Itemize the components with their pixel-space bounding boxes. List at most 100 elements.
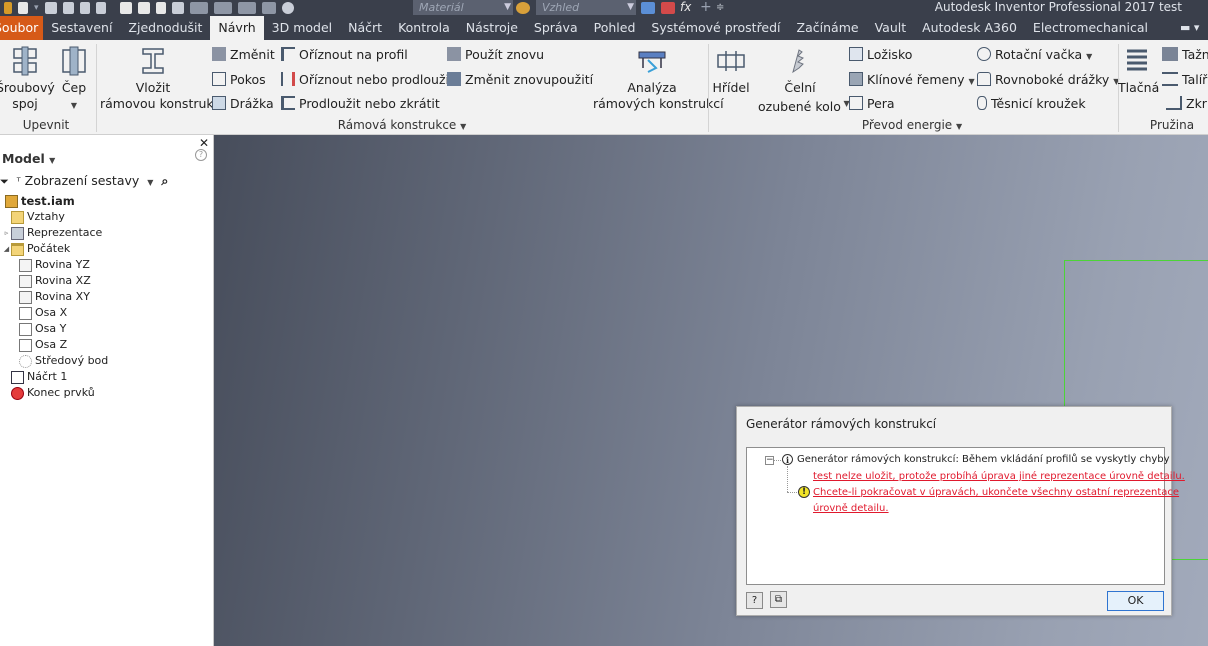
spur-gear-button[interactable]: Čelní ozubené kolo ▼	[758, 46, 850, 115]
pin-button[interactable]: Čep ▼	[56, 46, 92, 114]
adjust-appearance-icon[interactable]	[661, 2, 675, 14]
tab-a360[interactable]: Autodesk A360	[914, 16, 1025, 40]
browser-header[interactable]: Model ▼	[2, 151, 55, 166]
help-icon[interactable]: ?	[195, 149, 207, 161]
tree-node[interactable]: Vztahy	[0, 209, 210, 225]
tab-design[interactable]: Návrh	[210, 16, 264, 40]
tree-node[interactable]: Náčrt 1	[0, 369, 210, 385]
new-file-icon[interactable]	[18, 2, 28, 14]
group-label-spring[interactable]: Pružina	[1122, 118, 1208, 132]
save-icon[interactable]	[62, 2, 74, 14]
parameters-icon[interactable]: fx	[680, 0, 691, 15]
filter-icon[interactable]: ⏷	[0, 175, 9, 188]
redo-icon[interactable]	[95, 2, 106, 14]
warning-message-line-1[interactable]: Chcete-li pokračovat v úpravách, ukončet…	[813, 487, 1179, 498]
tab-vault[interactable]: Vault	[867, 16, 915, 40]
tab-tools[interactable]: Nástroje	[458, 16, 526, 40]
material-combo[interactable]: Materiál ▼	[413, 0, 513, 15]
customize-icon[interactable]: ≑	[716, 0, 724, 15]
close-icon[interactable]: ✕	[199, 136, 209, 150]
tab-manage[interactable]: Správa	[526, 16, 586, 40]
tab-get-started[interactable]: Začínáme	[789, 16, 867, 40]
frame-analysis-button[interactable]: Analýza rámových konstrukcí	[593, 46, 724, 112]
ok-button[interactable]: OK	[1107, 591, 1164, 611]
o-ring-button[interactable]: Těsnicí kroužek	[977, 96, 1086, 111]
app-menu-icon[interactable]	[4, 2, 12, 14]
tree-node[interactable]: ▹ Reprezentace	[0, 225, 210, 241]
tab-electromechanical[interactable]: Electromechanical	[1025, 16, 1156, 40]
copy-icon[interactable]: ⧉	[770, 591, 787, 608]
change-reuse-button[interactable]: Změnit znovupoužití	[447, 72, 593, 87]
bolted-connection-button[interactable]: Šroubový spoj	[0, 46, 55, 112]
tree-node[interactable]: Konec prvků	[0, 385, 210, 401]
error-message-line[interactable]: test nelze uložit, protože probíhá úprav…	[813, 471, 1185, 482]
notch-button[interactable]: Drážka	[212, 96, 274, 111]
add-icon[interactable]: +	[700, 0, 712, 15]
collapse-toggle-icon[interactable]: −	[765, 456, 774, 465]
tab-view[interactable]: Pohled	[586, 16, 644, 40]
key-button[interactable]: Pera	[849, 96, 895, 111]
tab-inspect[interactable]: Kontrola	[390, 16, 458, 40]
chevron-down-icon[interactable]: ▾	[34, 3, 39, 13]
tab-3d-model[interactable]: 3D model	[264, 16, 340, 40]
update-icon[interactable]	[213, 2, 232, 14]
reuse-button[interactable]: Použít znovu	[447, 47, 544, 62]
ribbon-display-toggle-icon[interactable]: ▬ ▾	[1180, 16, 1199, 40]
tree-node[interactable]: Rovina XY	[0, 289, 210, 305]
parallel-splines-button[interactable]: Rovnoboké drážky ▼	[977, 72, 1119, 87]
group-label-power-transmission[interactable]: Převod energie ▼	[711, 118, 1113, 132]
shaft-button[interactable]: Hřídel	[711, 46, 751, 96]
measure-icon[interactable]	[237, 2, 256, 14]
tree-node[interactable]: Rovina YZ	[0, 257, 210, 273]
v-belts-button[interactable]: Klínové řemeny ▼	[849, 72, 975, 87]
belleville-spring-button[interactable]: Talíř	[1162, 72, 1207, 87]
trim-to-frame-button[interactable]: Oříznout na profil	[281, 47, 408, 62]
appearance-icon[interactable]	[516, 2, 530, 14]
chevron-down-icon[interactable]: ▼	[71, 101, 77, 110]
help-icon[interactable]: ?	[746, 592, 763, 609]
insert-frame-icon	[142, 48, 164, 74]
torsion-spring-button[interactable]: Zkru	[1162, 96, 1208, 111]
sketch-mode-icon[interactable]	[261, 2, 276, 14]
tab-simplify[interactable]: Zjednodušit	[120, 16, 210, 40]
trim-extend-button[interactable]: Oříznout nebo prodloužit	[281, 72, 454, 87]
tree-node[interactable]: Středový bod	[0, 353, 210, 369]
tree-node[interactable]: ◢ Počátek	[0, 241, 210, 257]
tree-node[interactable]: Osa Z	[0, 337, 210, 353]
select-icon[interactable]	[171, 2, 184, 14]
warning-message-line-2[interactable]: úrovně detailu.	[813, 503, 889, 514]
miter-button[interactable]: Pokos	[212, 72, 266, 87]
tab-environments[interactable]: Systémové prostředí	[643, 16, 788, 40]
change-frame-button[interactable]: Změnit	[212, 47, 275, 62]
tab-assemble[interactable]: Sestavení	[43, 16, 120, 40]
compression-spring-button[interactable]: Tlačná	[1118, 46, 1159, 96]
disc-cam-button[interactable]: Rotační vačka ▼	[977, 47, 1092, 62]
tree-node[interactable]: Osa Y	[0, 321, 210, 337]
lengthen-shorten-button[interactable]: Prodloužit nebo zkrátit	[281, 96, 440, 111]
properties-icon[interactable]	[155, 2, 166, 14]
material-icon[interactable]	[281, 2, 294, 14]
chevron-down-icon[interactable]: ▼	[969, 77, 975, 86]
tree-node[interactable]: Osa X	[0, 305, 210, 321]
home-icon[interactable]	[119, 2, 132, 14]
tree-node[interactable]: test.iam	[0, 193, 210, 209]
group-label-fasten[interactable]: Upevnit	[0, 118, 92, 132]
open-icon[interactable]	[44, 2, 57, 14]
clear-appearance-icon[interactable]	[641, 2, 655, 14]
expand-toggle-icon[interactable]: ▹	[2, 225, 11, 241]
chevron-down-icon[interactable]: ▼	[1086, 52, 1092, 61]
tree-node[interactable]: Rovina XZ	[0, 273, 210, 289]
tab-sketch[interactable]: Náčrt	[340, 16, 390, 40]
print-icon[interactable]	[137, 2, 150, 14]
insert-frame-button[interactable]: Vložit rámovou konstrukci	[100, 46, 224, 112]
bearing-button[interactable]: Ložisko	[849, 47, 912, 62]
appearance-combo[interactable]: Vzhled ▼	[536, 0, 636, 15]
find-icon[interactable]: ⌕	[161, 173, 168, 188]
assembly-view-dropdown[interactable]: Zobrazení sestavy ▼	[25, 173, 154, 188]
select-mode-icon[interactable]	[189, 2, 208, 14]
group-label-frame[interactable]: Rámová konstrukce ▼	[100, 118, 704, 132]
tab-file[interactable]: Soubor	[0, 16, 44, 40]
expand-toggle-icon[interactable]: ◢	[2, 241, 11, 257]
extension-spring-button[interactable]: Tažn	[1162, 47, 1208, 62]
undo-icon[interactable]	[79, 2, 90, 14]
